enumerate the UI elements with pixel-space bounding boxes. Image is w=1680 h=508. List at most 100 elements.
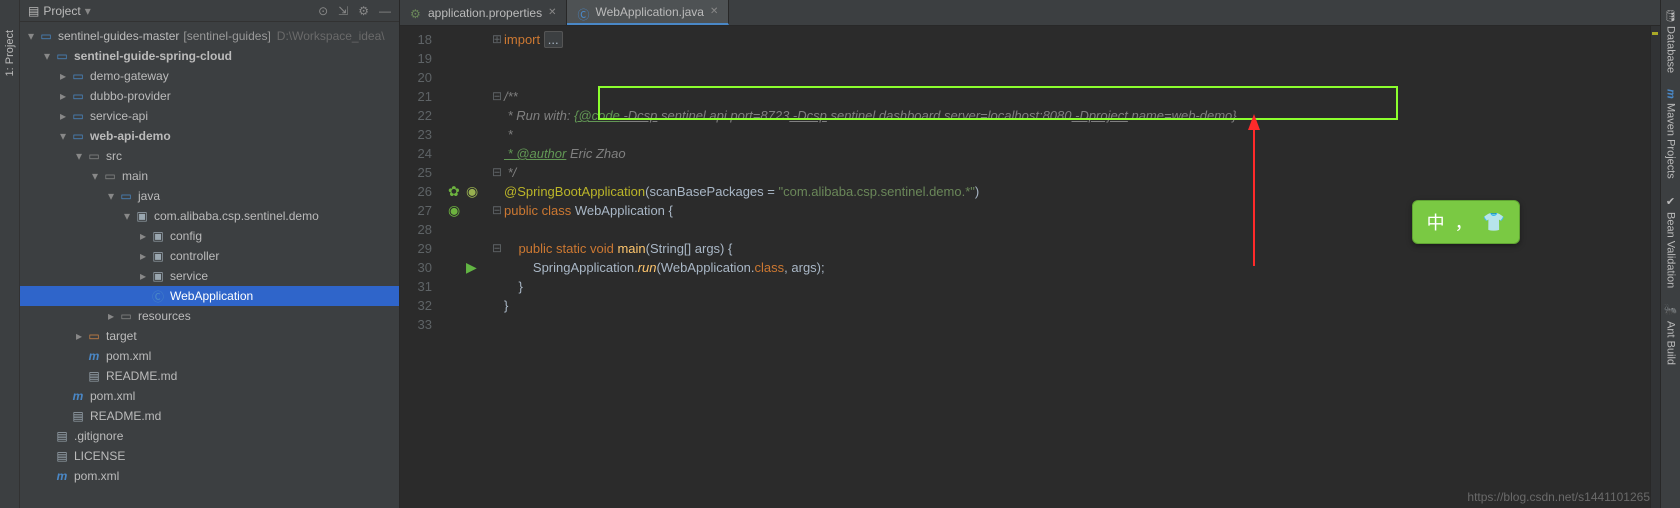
tree-module[interactable]: ▾▭ sentinel-guide-spring-cloud <box>20 46 399 66</box>
line-number: 18 <box>400 30 432 49</box>
tree-item[interactable]: ▸▣config <box>20 226 399 246</box>
tree-item[interactable]: ▸▭service-api <box>20 106 399 126</box>
code-token: import <box>504 32 544 47</box>
gutter-icons: ◉ ✿ ◉ ▶ <box>440 26 490 508</box>
left-tool-rail: 1: Project <box>0 0 20 508</box>
bean-icon: ✔ <box>1664 195 1677 208</box>
run-gutter-icon[interactable]: ◉ <box>448 202 460 219</box>
md-icon: ▤ <box>70 409 86 423</box>
code-token: (WebApplication. <box>656 260 754 275</box>
hide-icon[interactable]: — <box>379 4 391 18</box>
dropdown-icon[interactable]: ▾ <box>85 4 91 18</box>
line-gutter: 18 19 20 21 22 23 24 25 26 27 28 29 30 3… <box>400 26 440 508</box>
tree-item[interactable]: ▸▣service <box>20 266 399 286</box>
tree-item[interactable]: ▸▭demo-gateway <box>20 66 399 86</box>
tree-item[interactable]: ▤.gitignore <box>20 426 399 446</box>
gear-icon[interactable]: ⚙ <box>358 4 369 18</box>
package-icon: ▣ <box>134 209 150 223</box>
tree-label: dubbo-provider <box>90 89 171 103</box>
editor[interactable]: 18 19 20 21 22 23 24 25 26 27 28 29 30 3… <box>400 26 1660 508</box>
fold-icon[interactable]: ⊞ <box>490 30 504 49</box>
tree-item[interactable]: mpom.xml <box>20 466 399 486</box>
tree-item[interactable]: ▾▭java <box>20 186 399 206</box>
run-class-icon[interactable]: ◉ <box>466 183 478 200</box>
fold-icon[interactable]: ⊟ <box>490 239 504 258</box>
fold-icon[interactable]: ⊟ <box>490 201 504 220</box>
tab-label: WebApplication.java <box>595 5 704 19</box>
code-token: Eric Zhao <box>566 146 625 161</box>
fold-icon[interactable]: ⊟ <box>490 163 504 182</box>
tree-root[interactable]: ▾▭ sentinel-guides-master [sentinel-guid… <box>20 26 399 46</box>
tree-item[interactable]: m pom.xml <box>20 386 399 406</box>
tree-label: .gitignore <box>74 429 123 443</box>
code-token: main <box>617 241 645 256</box>
line-number: 22 <box>400 106 432 125</box>
class-icon: Ⓒ <box>577 6 589 18</box>
class-icon: Ⓒ <box>150 288 166 305</box>
code-token: .sentinel.api.port=8723 <box>657 108 789 123</box>
code-token: WebApplication <box>575 203 665 218</box>
md-icon: ▤ <box>86 369 102 383</box>
tree-label: sentinel-guide-spring-cloud <box>74 49 232 63</box>
tree-label: pom.xml <box>90 389 135 403</box>
tab-application-properties[interactable]: ⚙ application.properties ✕ <box>400 0 567 25</box>
close-icon[interactable]: ✕ <box>548 7 556 18</box>
tree-label: WebApplication <box>170 289 253 303</box>
maven-icon: m <box>70 389 86 403</box>
code-token: {@code <box>574 108 620 123</box>
rail-label: Ant Build <box>1665 321 1677 365</box>
line-number: 31 <box>400 277 432 296</box>
module-icon: ▭ <box>54 49 70 63</box>
error-stripe[interactable] <box>1650 26 1660 508</box>
code-token: /** <box>504 89 518 104</box>
rail-bean-validation[interactable]: ✔Bean Validation <box>1664 195 1677 288</box>
rail-database[interactable]: 🛢Database <box>1664 8 1677 73</box>
tree-item[interactable]: ▤README.md <box>20 406 399 426</box>
tree-item[interactable]: ▤LICENSE <box>20 446 399 466</box>
rail-maven[interactable]: mMaven Projects <box>1665 89 1677 179</box>
tree-item[interactable]: ▾▭src <box>20 146 399 166</box>
tree-item[interactable]: ▸▭resources <box>20 306 399 326</box>
fold-ellipsis[interactable]: ... <box>544 31 563 48</box>
locate-icon[interactable]: ⊙ <box>318 4 328 18</box>
close-icon[interactable]: ✕ <box>710 6 718 17</box>
tree-item[interactable]: ▸▭target <box>20 326 399 346</box>
ime-badge[interactable]: 中 ， 👕 <box>1412 200 1520 244</box>
line-number: 20 <box>400 68 432 87</box>
project-tree[interactable]: ▾▭ sentinel-guides-master [sentinel-guid… <box>20 22 399 508</box>
line-number: 29 <box>400 239 432 258</box>
module-icon: ▭ <box>38 29 54 43</box>
tree-item[interactable]: ▾▣com.alibaba.csp.sentinel.demo <box>20 206 399 226</box>
code-token: scanBasePackages <box>649 184 763 199</box>
folder-icon: ▭ <box>86 149 102 163</box>
tree-item[interactable]: mpom.xml <box>20 346 399 366</box>
editor-area: ⚙ application.properties ✕ Ⓒ WebApplicat… <box>400 0 1660 508</box>
fold-icon[interactable]: ⊟ <box>490 87 504 106</box>
tab-label: application.properties <box>428 6 542 20</box>
tree-item[interactable]: ▤README.md <box>20 366 399 386</box>
rail-ant-build[interactable]: 🐜 Ant Build <box>1664 304 1677 365</box>
code-token: , args); <box>784 260 824 275</box>
tree-item[interactable]: ▸▭dubbo-provider <box>20 86 399 106</box>
project-tool-tab[interactable]: 1: Project <box>4 30 16 76</box>
tree-label: demo-gateway <box>90 69 169 83</box>
warning-mark[interactable] <box>1652 32 1658 35</box>
code-content[interactable]: import ... /** * Run with: {@code -Dcsp.… <box>504 26 1650 508</box>
project-panel-header: ▤ Project ▾ ⊙ ⇲ ⚙ — <box>20 0 399 22</box>
tab-webapplication[interactable]: Ⓒ WebApplication.java ✕ <box>567 0 729 25</box>
run-method-icon[interactable]: ▶ <box>466 259 477 276</box>
tree-label: service-api <box>90 109 148 123</box>
tree-label: controller <box>170 249 219 263</box>
collapse-icon[interactable]: ⇲ <box>338 4 348 18</box>
tree-item-selected[interactable]: Ⓒ WebApplication <box>20 286 399 306</box>
package-icon: ▣ <box>150 269 166 283</box>
code-token: run <box>638 260 657 275</box>
tree-item[interactable]: ▸▣controller <box>20 246 399 266</box>
tree-item[interactable]: ▾▭main <box>20 166 399 186</box>
tree-label: src <box>106 149 122 163</box>
code-token: } <box>504 298 508 313</box>
tree-item[interactable]: ▾▭web-api-demo <box>20 126 399 146</box>
tree-label: service <box>170 269 208 283</box>
ant-icon: 🐜 <box>1664 304 1677 317</box>
spring-icon[interactable]: ✿ <box>448 183 460 200</box>
